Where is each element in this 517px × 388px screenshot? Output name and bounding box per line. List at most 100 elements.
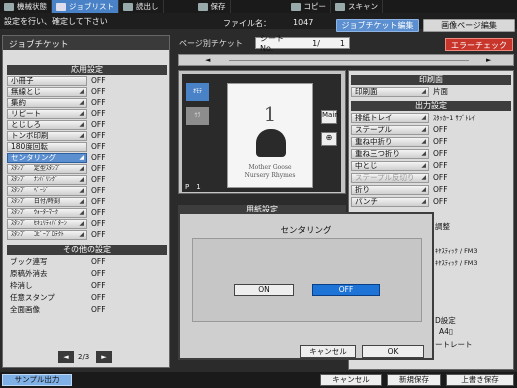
tab-machine-status[interactable]: 機械状態 <box>0 0 52 13</box>
setting-button[interactable]: ステープル ◢ <box>351 125 429 135</box>
cancel-button[interactable]: キャンセル <box>320 374 382 386</box>
setting-button-disabled: ステープル反切り ◢ <box>351 173 429 183</box>
setting-row[interactable]: 枠消し OFF <box>7 281 167 291</box>
setting-label: ブック連写 <box>10 257 48 266</box>
setting-label: 折り <box>355 185 370 194</box>
setting-button[interactable]: 中とじ ◢ <box>351 161 429 171</box>
section-applied-settings: 応用設定 <box>7 65 167 75</box>
setting-button[interactable]: 無線とじ ◢ <box>7 87 87 97</box>
setting-row[interactable]: 全面画像 OFF <box>7 305 167 315</box>
setting-label: ステープル <box>355 125 393 134</box>
setting-button-centering[interactable]: センタリング ◢ <box>7 153 87 163</box>
setting-label: 小冊子 <box>11 76 34 85</box>
tab-job-list[interactable]: ジョブリスト <box>52 0 119 13</box>
scroll-right-arrow-icon[interactable]: ► <box>486 56 491 64</box>
tab-scan[interactable]: スキャン <box>331 0 383 13</box>
setting-row[interactable]: ブック連写 OFF <box>7 257 167 267</box>
zoom-main-icon[interactable]: Main <box>321 110 339 124</box>
setting-label: ｽﾀﾝﾌﾟ 日付/時刻 <box>11 198 60 205</box>
new-save-button[interactable]: 新規保存 <box>387 374 441 386</box>
off-button[interactable]: OFF <box>312 284 380 296</box>
setting-label: パンチ <box>355 197 378 206</box>
next-page-button[interactable]: ► <box>96 351 112 363</box>
thumbnail-back[interactable]: ｳﾗ <box>186 107 209 125</box>
setting-button[interactable]: 折り ◢ <box>351 185 429 195</box>
setting-button[interactable]: 重ね中折り ◢ <box>351 137 429 147</box>
setting-row[interactable]: 原稿外消去 OFF <box>7 269 167 279</box>
setting-button[interactable]: 排紙トレイ ◢ <box>351 113 429 123</box>
setting-button[interactable]: 集約 ◢ <box>7 98 87 108</box>
setting-value: OFF <box>91 164 106 173</box>
on-button[interactable]: ON <box>234 284 294 296</box>
triangle-icon: ◢ <box>79 176 84 183</box>
setting-value: OFF <box>433 197 448 206</box>
tab-job-ticket-edit[interactable]: ジョブチケット編集 <box>336 19 419 32</box>
setting-label: とじしろ <box>11 120 41 129</box>
tab-read[interactable]: 読出し <box>119 0 164 13</box>
setting-row: リピート ◢ OFF <box>7 109 167 119</box>
setting-button[interactable]: ｽﾀﾝﾌﾟ ﾅﾝﾊﾞﾘﾝｸﾞ ◢ <box>7 175 87 185</box>
status-message: 設定を行い、確定して下さい <box>4 17 108 26</box>
setting-button[interactable]: ｽﾀﾝﾌﾟ 定型ｽﾀﾝﾌﾟ ◢ <box>7 164 87 174</box>
triangle-icon: ◢ <box>79 231 84 238</box>
print-side-button[interactable]: 印刷面 ◢ <box>351 87 429 97</box>
tab-copy[interactable]: コピー <box>231 0 331 13</box>
setting-button[interactable]: ｽﾀﾝﾌﾟ ｳｫｰﾀｰﾏｰｸ ◢ <box>7 208 87 218</box>
triangle-icon: ◢ <box>79 99 84 106</box>
triangle-icon: ◢ <box>421 150 426 157</box>
setting-button[interactable]: ｽﾀﾝﾌﾟ ﾍﾟｰｼﾞ ◢ <box>7 186 87 196</box>
setting-label: ｽﾀﾝﾌﾟ ｾｷｭﾘﾃｨﾊﾟﾀｰﾝ <box>11 220 67 227</box>
triangle-icon: ◢ <box>79 187 84 194</box>
triangle-icon: ◢ <box>421 174 426 181</box>
setting-button[interactable]: リピート ◢ <box>7 109 87 119</box>
setting-button[interactable]: 180度回転 <box>7 142 87 152</box>
setting-label: ｽﾀﾝﾌﾟ ﾅﾝﾊﾞﾘﾝｸﾞ <box>11 176 58 183</box>
prev-page-button[interactable]: ◄ <box>58 351 74 363</box>
thumbnail-front[interactable]: ｵﾓﾃ <box>186 83 209 101</box>
setting-button[interactable]: 小冊子 <box>7 76 87 86</box>
setting-label: 排紙トレイ <box>355 113 393 122</box>
tab-label: 読出し <box>136 2 159 11</box>
tab-save[interactable]: 保存 <box>164 0 231 13</box>
scroll-left-arrow-icon[interactable]: ◄ <box>205 56 210 64</box>
setting-row: ｽﾀﾝﾌﾟ 日付/時刻 ◢ OFF <box>7 197 167 207</box>
zoom-in-icon[interactable]: ⊕ <box>321 132 337 146</box>
sheet-number-field[interactable]: シートNo. 1/ 1 <box>255 34 350 53</box>
setting-button[interactable]: ｽﾀﾝﾌﾟ 日付/時刻 ◢ <box>7 197 87 207</box>
page-indicator: 2/3 <box>78 353 90 361</box>
setting-button[interactable]: ｽﾀﾝﾌﾟ ｾｷｭﾘﾃｨﾊﾟﾀｰﾝ ◢ <box>7 219 87 229</box>
setting-row: ｽﾀﾝﾌﾟ ﾅﾝﾊﾞﾘﾝｸﾞ ◢ OFF <box>7 175 167 185</box>
setting-value: OFF <box>91 269 106 278</box>
setting-row: 中とじ ◢ OFF <box>351 161 513 171</box>
setting-button[interactable]: パンチ ◢ <box>351 197 429 207</box>
read-icon <box>123 2 133 11</box>
setting-button[interactable]: トンボ印刷 ◢ <box>7 131 87 141</box>
setting-value: OFF <box>91 305 106 314</box>
page-scroll-strip[interactable]: ◄ ► <box>178 54 514 66</box>
tab-image-page-edit[interactable]: 画像ページ編集 <box>423 19 515 32</box>
setting-value: OFF <box>433 149 448 158</box>
setting-row: 重ね三つ折り ◢ OFF <box>351 149 513 159</box>
setting-button[interactable]: ｽﾀﾝﾌﾟ ｺﾋﾟｰﾌﾟﾛﾃｸﾄ ◢ <box>7 230 87 240</box>
panel-title: ジョブチケット <box>3 36 169 50</box>
page-title-text: Mother Goose Nursery Rhymes <box>244 164 296 179</box>
sample-output-button[interactable]: サンプル出力 <box>2 374 72 386</box>
setting-label: 枠消し <box>10 281 33 290</box>
section-other-settings: その他の設定 <box>7 245 167 255</box>
setting-button[interactable]: 重ね三つ折り ◢ <box>351 149 429 159</box>
dialog-cancel-button[interactable]: キャンセル <box>300 345 356 358</box>
setting-value: OFF <box>433 137 448 146</box>
setting-row: 印刷面 ◢ 片面 <box>351 87 513 97</box>
triangle-icon: ◢ <box>421 162 426 169</box>
page-preview-panel: ｵﾓﾃ ｳﾗ 1 Mother Goose Nursery Rhymes P 1 … <box>178 70 346 194</box>
setting-row[interactable]: 任意スタンプ OFF <box>7 293 167 303</box>
error-check-button[interactable]: エラーチェック <box>445 38 513 51</box>
overwrite-save-button[interactable]: 上書き保存 <box>446 374 514 386</box>
setting-value: OFF <box>433 173 448 182</box>
top-tab-bar: 機械状態 ジョブリスト 読出し 保存 コピー スキャン <box>0 0 517 13</box>
setting-button[interactable]: とじしろ ◢ <box>7 120 87 130</box>
preview-area: ｵﾓﾃ ｳﾗ 1 Mother Goose Nursery Rhymes P 1 … <box>182 74 341 192</box>
setting-row: 重ね中折り ◢ OFF <box>351 137 513 147</box>
dialog-ok-button[interactable]: OK <box>362 345 424 358</box>
setting-row: ｽﾀﾝﾌﾟ 定型ｽﾀﾝﾌﾟ ◢ OFF <box>7 164 167 174</box>
